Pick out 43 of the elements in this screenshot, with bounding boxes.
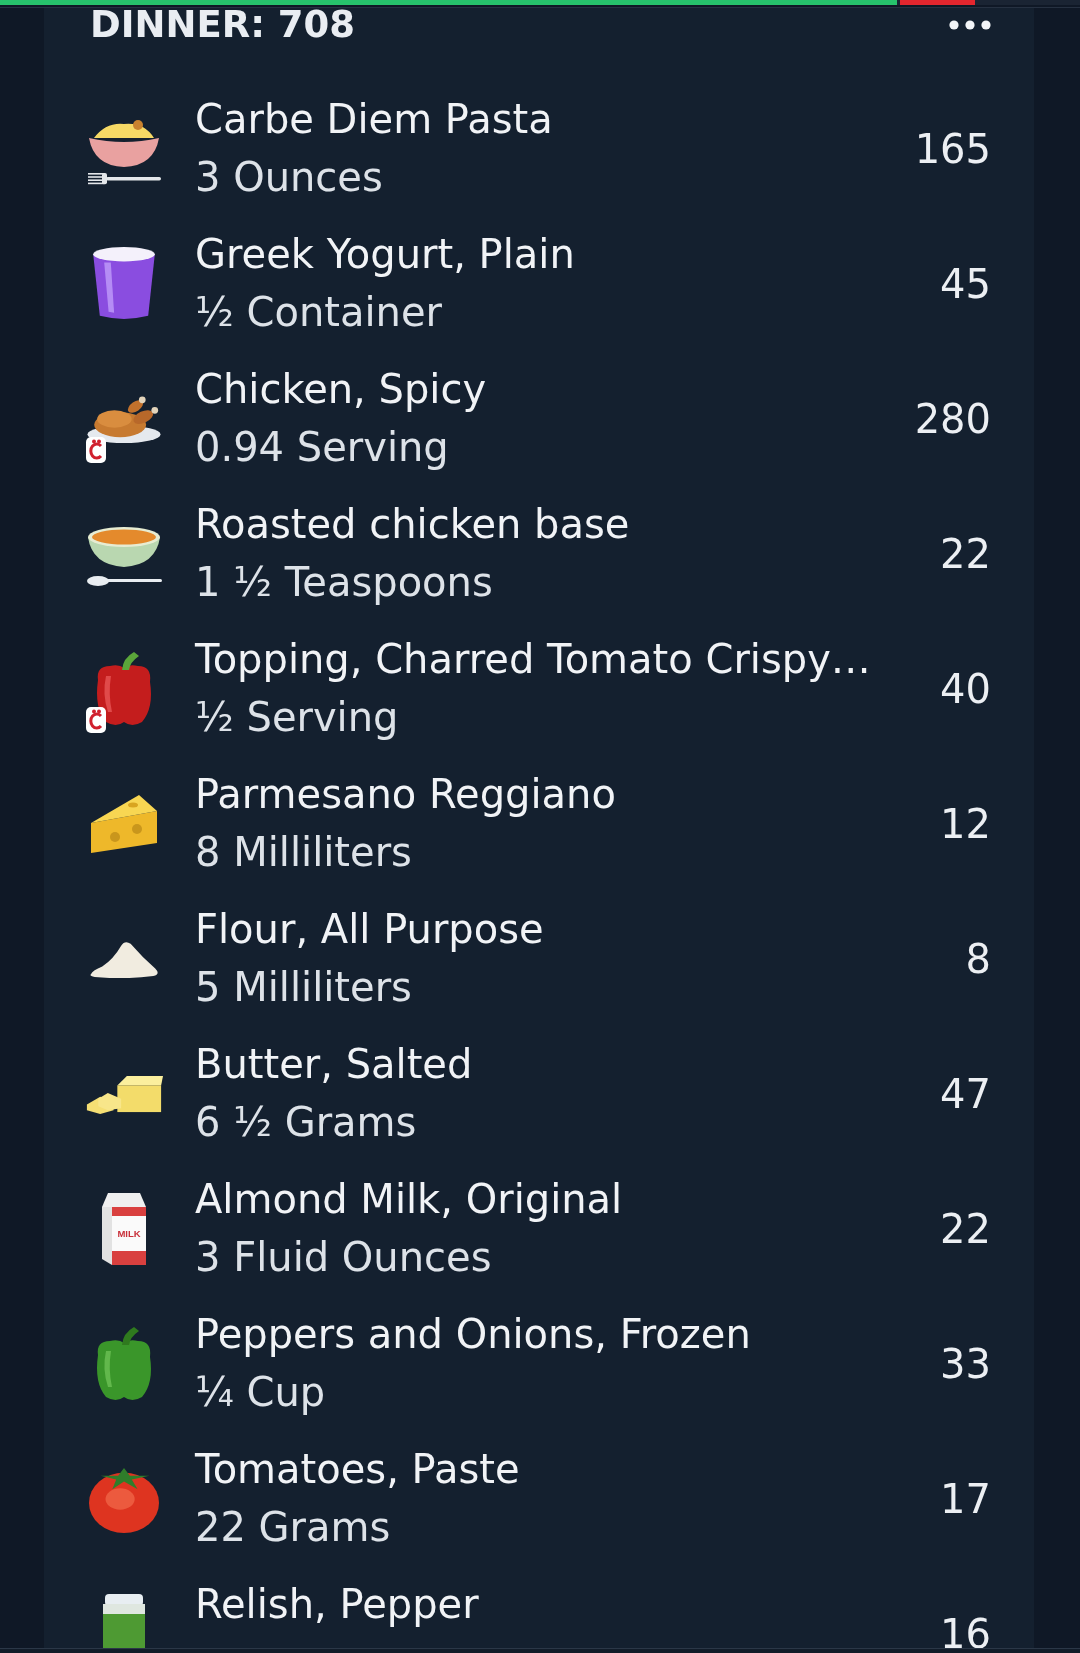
serving-amount: 6 ½ Grams [195,1098,417,1147]
food-name: Carbe Diem Pasta [195,95,553,144]
calorie-count: 22 [940,529,991,579]
calorie-count: 280 [914,394,991,444]
butter-icon [85,1073,163,1114]
serving-amount: 0.94 Serving [195,423,449,472]
serving-amount: 5 Milliliters [195,963,412,1012]
cheese-wedge-icon [89,792,159,855]
roast-chicken-icon [85,393,163,444]
food-name: Chicken, Spicy [195,365,487,414]
serving-amount: 8 Milliliters [195,828,412,877]
food-name: Greek Yogurt, Plain [195,230,575,279]
food-name: Relish, Pepper [195,1580,479,1629]
more-button[interactable] [949,20,991,30]
calorie-count: 22 [940,1204,991,1254]
calorie-count: 8 [965,934,991,984]
food-name: Parmesano Reggiano [195,770,616,819]
calorie-count: 47 [940,1069,991,1119]
more-icon [949,20,991,30]
yogurt-cup-icon [91,245,157,322]
food-name: Butter, Salted [195,1040,473,1089]
food-name: Roasted chicken base [195,500,630,549]
calorie-count: 45 [940,259,991,309]
flour-pile-icon [89,939,159,978]
food-name: Flour, All Purpose [195,905,544,954]
food-name: Tomatoes, Paste [195,1445,520,1494]
calorie-count: 16 [940,1609,991,1648]
serving-amount: 22 Grams [195,1503,391,1552]
serving-amount: 3 Ounces [195,153,383,202]
food-name: Topping, Charred Tomato Crispy… [195,635,871,684]
food-name: Peppers and Onions, Frozen [195,1310,751,1359]
serving-amount: 1 ½ Teaspoons [195,558,493,607]
calorie-count: 17 [940,1474,991,1524]
calorie-count: 165 [914,124,991,174]
calorie-count: 33 [940,1339,991,1389]
serving-amount: ½ Container [195,288,442,337]
calorie-count: 40 [940,664,991,714]
food-name: Almond Milk, Original [195,1175,623,1224]
serving-amount: ¼ Cup [195,1368,326,1417]
serving-amount: ½ Serving [195,693,399,742]
calorie-count: 12 [940,799,991,849]
serving-amount: 3 Fluid Ounces [195,1233,492,1282]
meal-title: DINNER: 708 [90,8,356,42]
